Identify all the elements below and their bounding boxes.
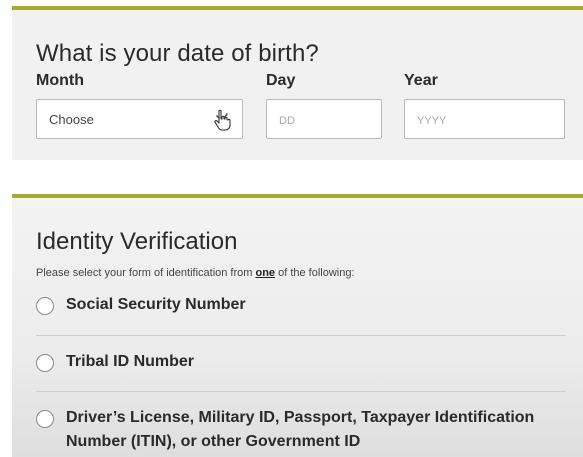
option-government-id[interactable]: Driver’s License, Military ID, Passport,… <box>36 409 566 454</box>
identity-title: Identity Verification <box>36 228 238 255</box>
date-of-birth-card: What is your date of birth? Month Day Ye… <box>12 6 583 160</box>
chevron-down-icon <box>214 111 230 127</box>
radio-button[interactable] <box>36 297 54 315</box>
identity-instruction: Please select your form of identificatio… <box>36 267 355 279</box>
identity-verification-card: Identity Verification Please select your… <box>12 194 583 457</box>
instruction-prefix: Please select your form of identificatio… <box>36 267 256 279</box>
instruction-emphasis: one <box>255 267 276 279</box>
divider <box>36 391 566 392</box>
radio-button[interactable] <box>36 410 54 428</box>
day-input[interactable] <box>266 99 382 139</box>
year-input[interactable] <box>404 99 565 139</box>
option-label: Driver’s License, Military ID, Passport,… <box>66 409 535 450</box>
month-select-value: Choose <box>49 111 94 127</box>
option-tribal-id-number[interactable]: Tribal ID Number <box>36 353 566 374</box>
option-label: Social Security Number <box>66 296 246 313</box>
radio-button[interactable] <box>36 354 54 372</box>
month-select[interactable]: Choose <box>36 99 243 139</box>
option-social-security-number[interactable]: Social Security Number <box>36 296 566 317</box>
year-label: Year <box>404 72 438 89</box>
month-label: Month <box>36 72 84 89</box>
option-label: Tribal ID Number <box>66 353 195 370</box>
page: What is your date of birth? Month Day Ye… <box>0 0 583 457</box>
day-label: Day <box>266 72 296 89</box>
dob-title: What is your date of birth? <box>36 40 319 67</box>
divider <box>36 335 566 336</box>
instruction-suffix: of the following: <box>275 267 355 279</box>
